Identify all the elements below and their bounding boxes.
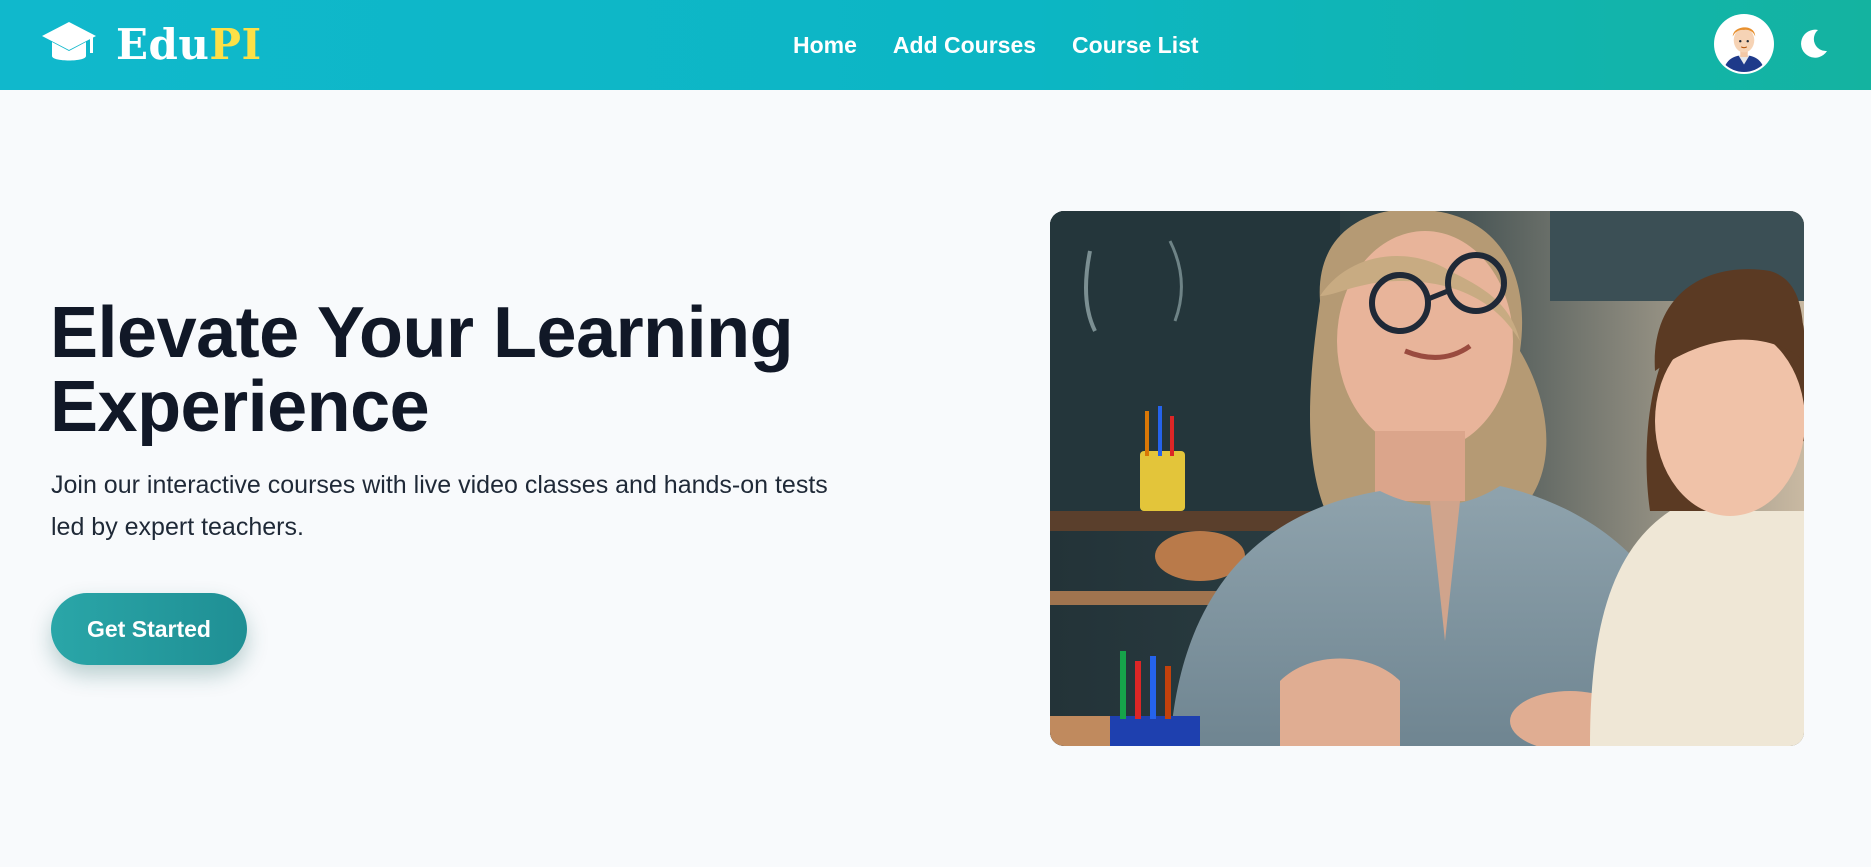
user-avatar[interactable]	[1714, 14, 1774, 74]
main-nav: Home Add Courses Course List	[793, 0, 1199, 90]
nav-link-add-courses[interactable]: Add Courses	[893, 32, 1036, 59]
avatar-illustration	[1716, 16, 1772, 72]
theme-toggle-button[interactable]	[1796, 27, 1830, 61]
brand-name-accent: PI	[209, 20, 262, 69]
nav-link-home[interactable]: Home	[793, 32, 857, 59]
graduation-cap-icon	[42, 22, 96, 61]
brand-name-main: Edu	[116, 20, 210, 69]
nav-link-course-list[interactable]: Course List	[1072, 32, 1199, 59]
moon-icon	[1801, 29, 1827, 58]
brand-logo[interactable]: EduPI	[40, 18, 262, 72]
get-started-button[interactable]: Get Started	[51, 593, 247, 665]
teacher-student-illustration	[1050, 211, 1804, 746]
hero-image	[1050, 211, 1804, 746]
hero-title: Elevate Your Learning Experience	[50, 293, 794, 447]
brand-name: EduPI	[116, 24, 262, 66]
hero-subtitle: Join our interactive courses with live v…	[51, 471, 828, 541]
top-navbar: EduPI Home Add Courses Course List	[0, 0, 1871, 90]
